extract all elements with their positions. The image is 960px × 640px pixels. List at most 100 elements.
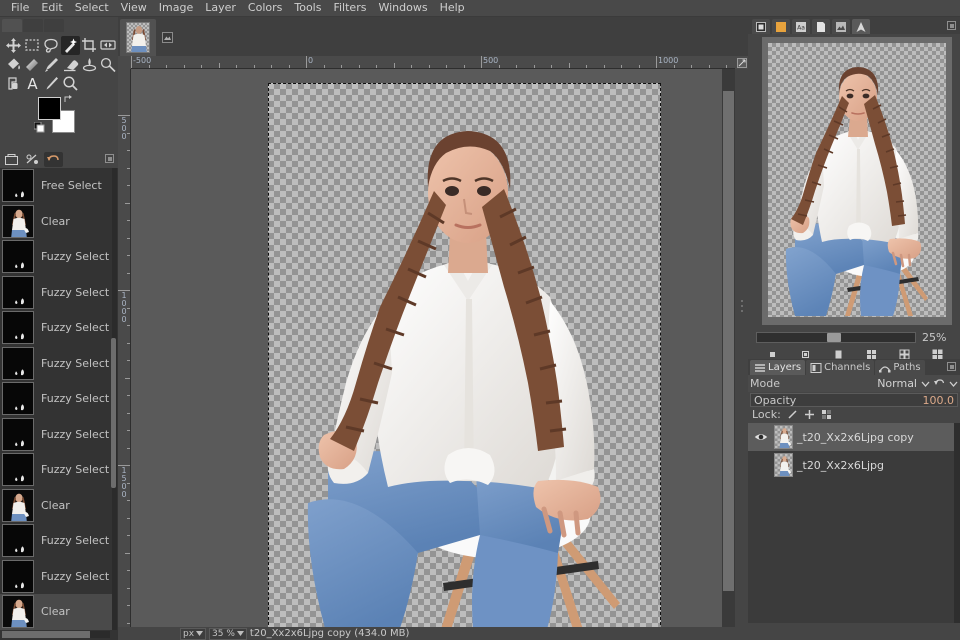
canvas-vscroll-thumb[interactable] (723, 91, 734, 591)
layer-visibility-toggle[interactable] (752, 432, 770, 442)
bucket-fill-tool[interactable] (4, 55, 23, 74)
dock-resize-grip[interactable] (741, 300, 744, 316)
tab-channels[interactable]: Channels (806, 360, 875, 375)
undo-history-item[interactable]: Clear (0, 488, 112, 524)
undo-history-item[interactable]: Fuzzy Select (0, 275, 112, 311)
zoom-selector[interactable]: 35 % (209, 627, 247, 640)
layer-name[interactable]: _t20_Xx2x6Ljpg (797, 459, 884, 472)
undo-history-item[interactable]: Fuzzy Select (0, 239, 112, 275)
chevron-down-icon-2[interactable] (949, 379, 958, 388)
move-cross-icon[interactable] (804, 409, 815, 420)
move-tool[interactable] (4, 36, 23, 55)
reset-colors-icon[interactable] (34, 122, 45, 133)
toolbox-tab-extra[interactable] (44, 19, 64, 32)
clone-tool[interactable] (99, 55, 118, 74)
undo-history-item[interactable]: Fuzzy Select (0, 417, 112, 453)
heal-tool[interactable] (4, 74, 23, 93)
rectangle-select-tool[interactable] (23, 36, 42, 55)
undo-history-item[interactable]: Fuzzy Select (0, 452, 112, 488)
undo-history-item[interactable]: Clear (0, 594, 112, 630)
navigation-corner-button[interactable] (735, 56, 748, 69)
layer-opacity-row[interactable]: Opacity 100.0 (750, 393, 958, 407)
layer-name[interactable]: _t20_Xx2x6Ljpg copy (797, 431, 914, 444)
canvas-layer-image[interactable] (268, 83, 661, 627)
layers-dock-menu-button[interactable] (947, 362, 956, 371)
tab-paths[interactable]: Paths (875, 360, 925, 375)
undo-history-scroll-thumb[interactable] (111, 338, 116, 488)
zoom-tool[interactable] (61, 74, 80, 93)
tab-undo-history[interactable] (44, 152, 63, 167)
menu-select[interactable]: Select (69, 0, 115, 16)
mode-value[interactable]: Normal (877, 377, 917, 390)
undo-history-hscrollbar[interactable] (2, 631, 110, 638)
free-select-tool[interactable] (42, 36, 61, 55)
alpha-checker-icon[interactable] (821, 409, 832, 420)
navigation-preview[interactable] (762, 37, 952, 325)
menu-colors[interactable]: Colors (242, 0, 288, 16)
tab-brushes[interactable]: Aa (792, 19, 810, 34)
opacity-value[interactable]: 100.0 (923, 394, 955, 407)
eye-icon[interactable] (754, 432, 768, 442)
undo-history-item[interactable]: Fuzzy Select (0, 346, 112, 382)
image-tab[interactable] (120, 19, 156, 56)
menu-tools[interactable]: Tools (288, 0, 327, 16)
layer-row[interactable]: _t20_Xx2x6Ljpg (748, 451, 960, 479)
menu-view[interactable]: View (115, 0, 153, 16)
menu-filters[interactable]: Filters (327, 0, 372, 16)
swap-colors-icon[interactable] (64, 95, 74, 105)
menu-help[interactable]: Help (434, 0, 471, 16)
tab-documents[interactable] (812, 19, 830, 34)
menu-edit[interactable]: Edit (35, 0, 68, 16)
ruler-corner[interactable] (118, 56, 131, 69)
undo-dock-menu-button[interactable] (105, 154, 114, 163)
layer-list-scrollbar[interactable] (954, 423, 960, 623)
tab-device-status[interactable] (23, 152, 42, 167)
zoom-slider-handle[interactable] (827, 332, 841, 342)
eraser-tool[interactable] (61, 55, 80, 74)
image-tab-add[interactable] (156, 19, 178, 56)
horizontal-ruler[interactable]: -50005001000150020002500 (131, 56, 735, 69)
undo-history-item[interactable]: Fuzzy Select (0, 559, 112, 595)
transform-tool[interactable] (99, 36, 118, 55)
foreground-color-swatch[interactable] (38, 97, 61, 120)
tab-images[interactable] (832, 19, 850, 34)
gradient-tool[interactable] (23, 55, 42, 74)
undo-history-item[interactable]: Fuzzy Select (0, 381, 112, 417)
unit-selector[interactable]: px (180, 627, 207, 640)
undo-history-item[interactable]: Fuzzy Select (0, 523, 112, 559)
vertical-ruler[interactable]: 50010001500200025003000 (118, 69, 131, 627)
fuzzy-select-tool[interactable] (61, 36, 80, 55)
undo-history-item[interactable]: Clear (0, 204, 112, 240)
undo-history-item[interactable]: Fuzzy Select (0, 310, 112, 346)
tab-pointer[interactable] (852, 19, 870, 34)
canvas-vertical-scrollbar[interactable] (722, 69, 735, 627)
smudge-tool[interactable] (80, 55, 99, 74)
undo-history-hscroll-thumb[interactable] (2, 631, 90, 638)
tab-tool-options[interactable] (2, 152, 21, 167)
chevron-down-icon[interactable] (921, 379, 930, 388)
paintbrush-tool[interactable] (42, 55, 61, 74)
menu-layer[interactable]: Layer (199, 0, 242, 16)
text-tool[interactable]: A (23, 74, 42, 93)
reset-mode-icon[interactable] (934, 378, 945, 389)
layer-row[interactable]: _t20_Xx2x6Ljpg copy (748, 423, 960, 451)
tab-navigation[interactable] (752, 19, 770, 34)
menu-file[interactable]: File (5, 0, 35, 16)
navigation-dock-menu-button[interactable] (947, 21, 956, 30)
toolbox-tab-options[interactable] (23, 19, 43, 32)
zoom-slider[interactable] (756, 331, 916, 343)
tab-layers[interactable]: Layers (750, 360, 806, 375)
undo-history-scrollbar[interactable] (111, 168, 117, 630)
undo-history-list[interactable]: Free Select Clear Fuzzy Select Fuzzy Select… (0, 168, 112, 630)
layer-list[interactable]: _t20_Xx2x6Ljpg copy _t20_Xx2x6Ljpg (748, 423, 960, 623)
menu-windows[interactable]: Windows (372, 0, 433, 16)
brush-stroke-icon[interactable] (787, 409, 798, 420)
menu-image[interactable]: Image (153, 0, 199, 16)
undo-history-item[interactable]: Free Select (0, 168, 112, 204)
tab-colors[interactable] (772, 19, 790, 34)
crop-tool[interactable] (80, 36, 99, 55)
canvas-area[interactable] (131, 69, 735, 627)
toolbox-tab-tools[interactable] (2, 19, 22, 32)
history-thumb-person (3, 596, 33, 628)
ink-tool[interactable] (42, 74, 61, 93)
